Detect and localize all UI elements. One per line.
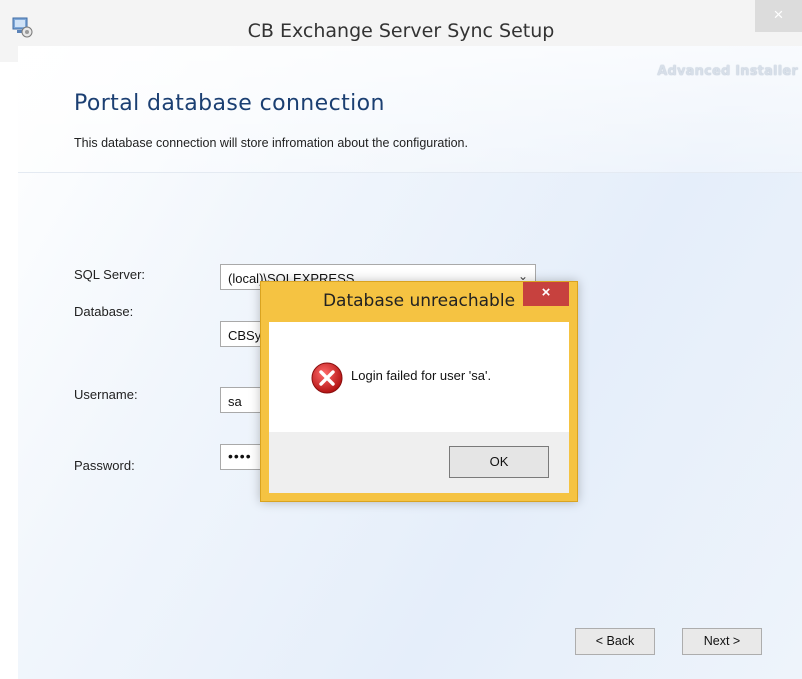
close-icon: × xyxy=(773,5,784,24)
database-label: Database: xyxy=(74,304,134,319)
username-label: Username: xyxy=(74,387,138,402)
error-message: Login failed for user 'sa'. xyxy=(351,368,492,383)
brand-logo: Advanced Installer xyxy=(657,64,798,79)
dialog-body: Login failed for user 'sa'. OK xyxy=(269,322,569,493)
window-title: CB Exchange Server Sync Setup xyxy=(247,20,555,42)
dialog-close-button[interactable]: × xyxy=(523,282,569,306)
username-value: sa xyxy=(228,394,242,409)
error-dialog: Database unreachable × Login failed for … xyxy=(260,281,578,502)
password-value: •••• xyxy=(228,448,252,464)
sql-server-label: SQL Server: xyxy=(74,267,146,282)
database-value: CBSy xyxy=(228,328,262,343)
page-description: This database connection will store infr… xyxy=(74,136,468,150)
ok-button[interactable]: OK xyxy=(449,446,549,478)
password-label: Password: xyxy=(74,458,135,473)
window-close-button[interactable]: × xyxy=(755,0,802,32)
next-button[interactable]: Next > xyxy=(682,628,762,655)
back-button[interactable]: < Back xyxy=(575,628,655,655)
page-title: Portal database connection xyxy=(74,91,385,116)
error-icon xyxy=(311,362,343,394)
close-icon: × xyxy=(541,284,551,301)
